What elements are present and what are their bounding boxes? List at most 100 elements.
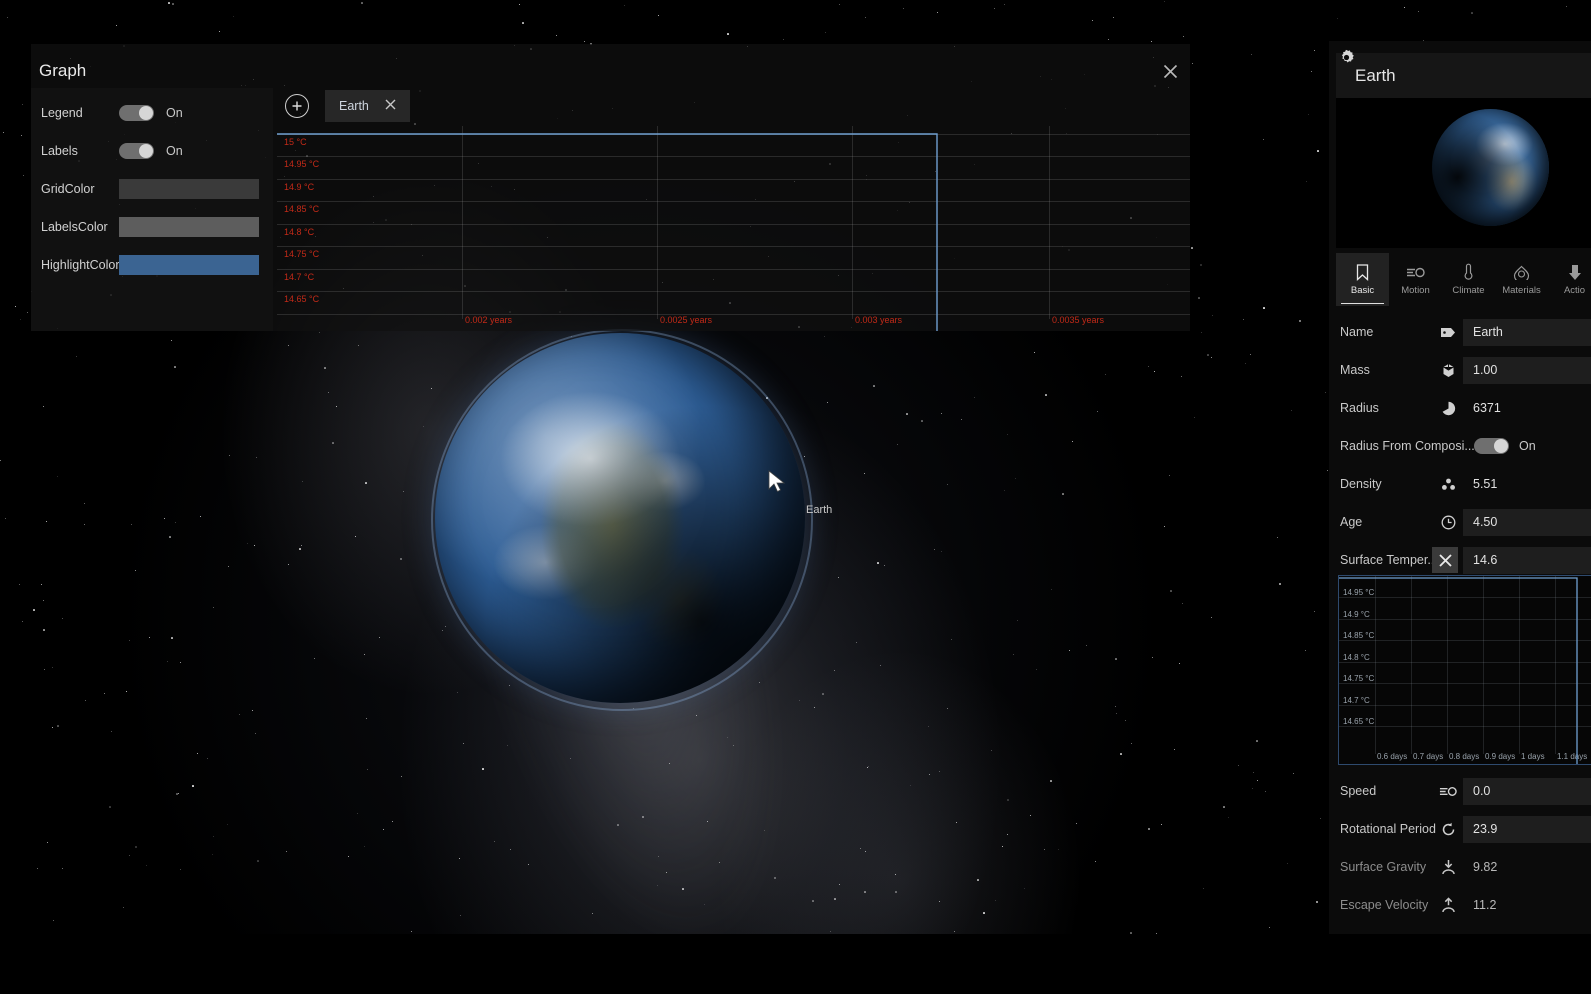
- tab-climate[interactable]: Climate: [1442, 253, 1495, 306]
- chart-tab-label: Earth: [339, 99, 369, 113]
- radius-field[interactable]: 6371: [1463, 395, 1591, 422]
- age-field[interactable]: 4.50: [1463, 508, 1591, 536]
- toggle-knob: [1494, 439, 1508, 453]
- inspector-title: Earth: [1355, 65, 1396, 85]
- tab-label: Basic: [1350, 285, 1375, 296]
- toggle-value: On: [1519, 439, 1536, 453]
- setting-label: HighlightColor: [41, 258, 120, 272]
- mass-icon: [1439, 361, 1457, 379]
- tag-icon: [1439, 323, 1457, 341]
- property-row-surface-gravity: Surface Gravity 9.82: [1329, 848, 1591, 886]
- clock-icon: [1439, 513, 1457, 531]
- property-row-radius: Radius 6371: [1329, 389, 1591, 427]
- close-boxed-icon[interactable]: [1432, 547, 1458, 573]
- bottom-letterbox: [0, 934, 1591, 994]
- velocity-icon: [1406, 263, 1425, 281]
- setting-row-labelscolor: LabelsColor: [41, 216, 259, 238]
- legend-toggle-value: On: [166, 106, 183, 120]
- surface-gravity-value: 9.82: [1473, 860, 1498, 874]
- property-label: Mass: [1340, 363, 1370, 377]
- property-row-rotational-period: Rotational Period 23.9: [1329, 810, 1591, 848]
- property-row-speed: Speed 0.0: [1329, 772, 1591, 810]
- tab-basic[interactable]: Basic: [1336, 253, 1389, 306]
- plus-circle-icon[interactable]: [285, 94, 309, 118]
- property-row-escape-velocity: Escape Velocity 11.2: [1329, 886, 1591, 924]
- planet-scene-label: Earth: [806, 504, 833, 516]
- chart-tab-earth[interactable]: Earth: [325, 90, 410, 122]
- setting-label: Labels: [41, 144, 78, 158]
- earth-globe-image: [1336, 98, 1591, 248]
- thermometer-icon: [1463, 263, 1474, 281]
- radius-from-composition-toggle[interactable]: [1474, 438, 1509, 454]
- legend-toggle[interactable]: [119, 105, 154, 121]
- property-row-mass: Mass 1.00: [1329, 351, 1591, 389]
- toggle-knob: [139, 106, 153, 120]
- setting-row-highlightcolor: HighlightColor: [41, 254, 259, 276]
- tab-label: Climate: [1452, 285, 1485, 296]
- tab-materials[interactable]: Materials: [1495, 253, 1548, 306]
- mass-field[interactable]: 1.00: [1463, 356, 1591, 384]
- property-label: Radius: [1340, 401, 1379, 415]
- property-label: Rotational Period: [1340, 822, 1436, 836]
- actions-icon: [1568, 263, 1582, 281]
- name-field[interactable]: Earth: [1463, 318, 1591, 346]
- density-icon: [1439, 475, 1457, 493]
- close-icon[interactable]: [385, 99, 396, 113]
- surface-temperature-mini-chart[interactable]: 14.95 °C 14.9 °C 14.85 °C 14.8 °C 14.75 °C 14…: [1338, 575, 1591, 765]
- setting-label: GridColor: [41, 182, 95, 196]
- property-label: Speed: [1340, 784, 1377, 798]
- series-line-earth: [277, 133, 938, 331]
- labels-toggle-value: On: [166, 144, 183, 158]
- radius-icon: [1439, 399, 1457, 417]
- speed-field[interactable]: 0.0: [1463, 777, 1591, 805]
- density-field[interactable]: 5.51: [1463, 471, 1591, 498]
- graph-window-title: Graph: [39, 61, 87, 80]
- setting-row-legend: Legend On: [41, 102, 183, 124]
- property-label: Density: [1340, 477, 1382, 491]
- gravity-up-icon: [1439, 896, 1457, 914]
- chart-tab-bar: Earth: [275, 88, 410, 124]
- inspector-tab-bar: Basic Motion Climate Materials Actio: [1336, 253, 1591, 306]
- property-row-density: Density 5.51: [1329, 465, 1591, 503]
- tab-motion[interactable]: Motion: [1389, 253, 1442, 306]
- gravity-down-icon: [1439, 858, 1457, 876]
- property-label: Surface Temper...: [1340, 553, 1438, 567]
- close-icon[interactable]: [1157, 58, 1183, 84]
- labels-toggle[interactable]: [119, 143, 154, 159]
- droplet-icon: [1513, 263, 1530, 281]
- toggle-knob: [139, 144, 153, 158]
- gear-icon[interactable]: [1338, 49, 1355, 66]
- labelscolor-swatch[interactable]: [119, 217, 259, 237]
- tab-label: Actio: [1563, 285, 1586, 296]
- property-label: Name: [1340, 325, 1374, 339]
- temperature-line-chart[interactable]: 15 °C 14.95 °C 14.9 °C 14.85 °C 14.8 °C 14.75…: [277, 126, 1190, 331]
- planet-thumbnail: [1432, 109, 1549, 226]
- graph-settings-panel: Legend On Labels On GridColor LabelsColo…: [31, 88, 273, 331]
- rotation-icon: [1439, 820, 1457, 838]
- planet-rim: [431, 329, 813, 711]
- setting-row-labels: Labels On: [41, 140, 183, 162]
- escape-velocity-value: 11.2: [1473, 898, 1497, 912]
- property-row-name: Name Earth: [1329, 313, 1591, 351]
- gridcolor-swatch[interactable]: [119, 179, 259, 199]
- surface-temperature-field[interactable]: 14.6: [1463, 546, 1591, 574]
- property-label: Surface Gravity: [1340, 860, 1427, 874]
- setting-row-gridcolor: GridColor: [41, 178, 259, 200]
- tab-label: Motion: [1401, 285, 1430, 296]
- setting-label: LabelsColor: [41, 220, 108, 234]
- rotational-period-field[interactable]: 23.9: [1463, 815, 1591, 843]
- highlightcolor-swatch[interactable]: [119, 255, 259, 275]
- inspector-header: Earth: [1336, 53, 1591, 98]
- property-row-surface-temperature: Surface Temper... 14.6: [1329, 541, 1591, 579]
- earth-planet-3d[interactable]: [431, 329, 813, 711]
- tab-label: Materials: [1502, 285, 1541, 296]
- setting-label: Legend: [41, 106, 83, 120]
- object-inspector-panel: Earth Basic Motion Climate Materials Act…: [1329, 41, 1591, 934]
- bookmark-icon: [1356, 263, 1369, 281]
- property-row-age: Age 4.50: [1329, 503, 1591, 541]
- property-label: Age: [1340, 515, 1363, 529]
- mini-series-line: [1339, 577, 1578, 764]
- property-row-radius-from-composition: Radius From Composi... On: [1329, 427, 1591, 465]
- tab-actions[interactable]: Actio: [1548, 253, 1591, 306]
- property-label: Radius From Composi...: [1340, 439, 1475, 453]
